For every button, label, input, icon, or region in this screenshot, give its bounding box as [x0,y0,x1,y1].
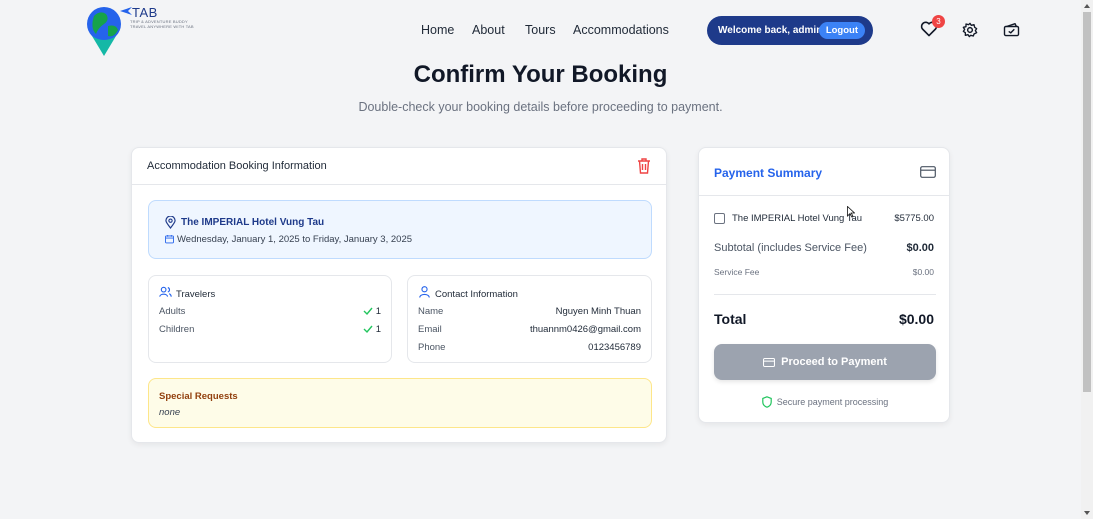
email-label: Email [418,324,442,335]
secure-label: Secure payment processing [776,397,889,407]
user-welcome-pill: Welcome back, admin1 Logout [707,16,873,45]
hotel-name: The IMPERIAL Hotel Vung Tau [181,217,325,228]
gear-icon[interactable] [962,22,978,38]
trash-icon[interactable] [637,158,651,174]
nav-tours[interactable]: Tours [525,23,556,37]
hotel-summary: The IMPERIAL Hotel Vung Tau Wednesday, J… [148,200,652,259]
map-pin-icon [165,216,176,229]
logout-button[interactable]: Logout [818,22,865,39]
payment-summary-title: Payment Summary [714,166,823,180]
user-icon [419,286,430,298]
phone-value: 0123456789 [588,342,641,353]
service-fee-value: $0.00 [912,267,934,277]
phone-label: Phone [418,342,446,353]
credit-card-icon [920,166,936,178]
brand-logo[interactable]: TAB TRIP & ADVENTURE BUDDY TRAVEL ANYWHE… [84,4,194,58]
shield-icon [761,396,772,408]
children-label: Children [159,324,195,335]
adults-count: 1 [375,306,381,317]
item-checkbox[interactable] [714,213,725,224]
vertical-scrollbar[interactable] [1081,0,1093,519]
total-label: Total [714,311,747,327]
name-value: Nguyen Minh Thuan [555,306,641,317]
payment-summary-card: Payment Summary The IMPERIAL Hotel Vung … [698,147,950,423]
booking-dates: Wednesday, January 1, 2025 to Friday, Ja… [177,234,413,245]
top-header: TAB TRIP & ADVENTURE BUDDY TRAVEL ANYWHE… [0,0,1081,60]
credit-card-icon [763,357,776,367]
adults-label: Adults [159,306,186,317]
total-value: $0.00 [898,311,934,327]
divider [699,195,949,196]
special-requests: Special Requests none [148,378,652,428]
nav-accommodations[interactable]: Accommodations [573,23,669,37]
travelers-card: Travelers Adults 1 Children 1 [148,275,392,363]
secure-payment-note: Secure payment processing [699,396,951,408]
proceed-to-payment-button[interactable]: Proceed to Payment [714,344,936,380]
booking-info-card: Accommodation Booking Information The IM… [131,147,667,443]
name-label: Name [418,306,444,317]
scrollbar-thumb[interactable] [1083,12,1091,392]
contact-card: Contact Information Name Nguyen Minh Thu… [407,275,652,363]
booking-info-header: Accommodation Booking Information [132,148,666,185]
mouse-cursor-icon [847,206,855,218]
check-icon [363,325,373,334]
globe-pin-icon [87,7,121,56]
proceed-label: Proceed to Payment [781,356,887,368]
payment-item-price: $5775.00 [894,213,934,224]
nav-home[interactable]: Home [421,23,454,37]
nav-about[interactable]: About [472,23,505,37]
subtotal-label: Subtotal (includes Service Fee) [714,242,867,254]
booking-info-title: Accommodation Booking Information [147,160,327,172]
children-count: 1 [375,324,381,335]
contact-title: Contact Information [435,289,518,300]
scroll-down-arrow[interactable] [1084,511,1090,515]
calendar-icon [165,234,174,244]
special-requests-title: Special Requests [159,391,238,402]
divider [714,294,936,295]
ticket-icon[interactable] [1003,23,1020,37]
page-subtitle: Double-check your booking details before… [358,100,723,114]
payment-item-name: The IMPERIAL Hotel Vung Tau [732,213,863,224]
special-requests-value: none [159,407,181,418]
email-value: thuannm0426@gmail.com [529,324,641,335]
scroll-up-arrow[interactable] [1084,4,1090,8]
brand-name: TAB [132,5,158,20]
brand-tagline-secondary: TRAVEL ANYWHERE WITH TAB [130,24,194,29]
users-icon [159,286,172,297]
welcome-text: Welcome back, admin1 [718,25,828,36]
subtotal-value: $0.00 [906,242,934,254]
page-title: Confirm Your Booking [413,61,668,88]
favorites-count-badge: 3 [932,15,945,28]
check-icon [363,307,373,316]
plane-icon [120,7,132,15]
service-fee-label: Service Fee [714,267,760,277]
travelers-title: Travelers [176,289,216,300]
